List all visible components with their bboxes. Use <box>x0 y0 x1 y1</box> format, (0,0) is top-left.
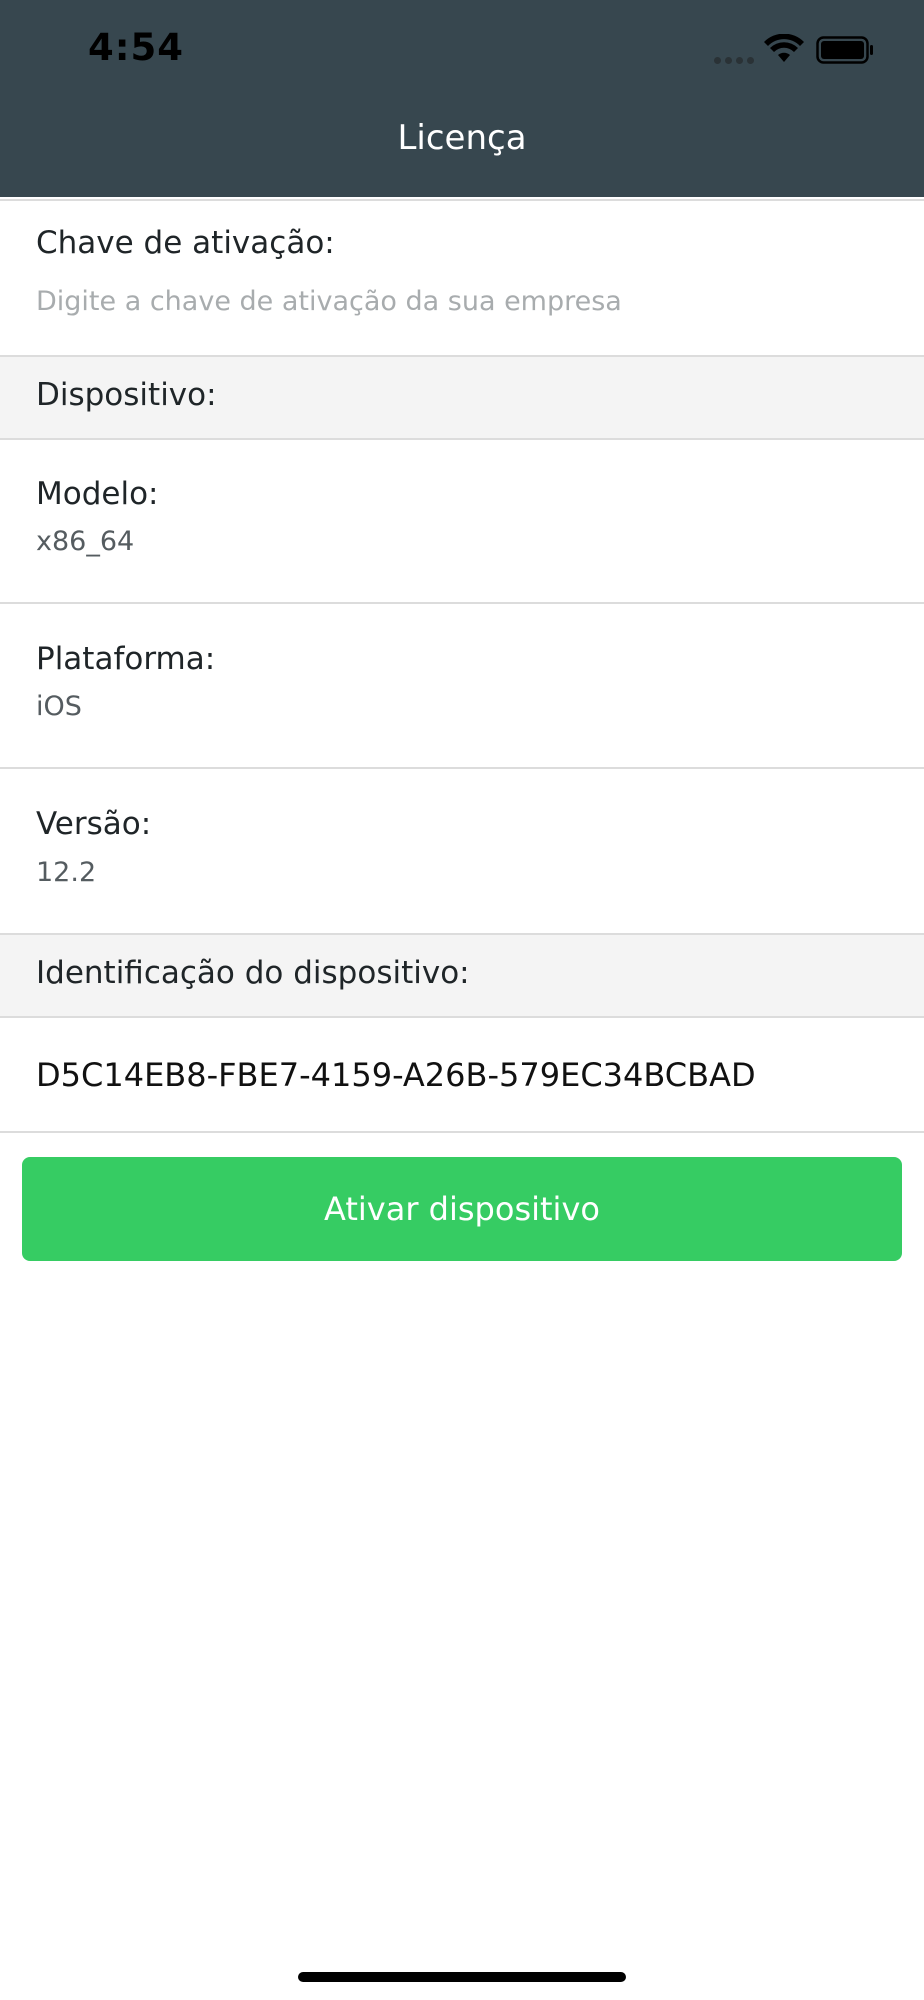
divider <box>0 1016 924 1018</box>
device-section-header: Dispositivo: <box>0 357 924 438</box>
divider <box>0 1131 924 1133</box>
activation-key-input[interactable] <box>36 282 886 320</box>
home-indicator <box>298 1972 626 1982</box>
wifi-icon <box>764 34 804 62</box>
model-value: x86_64 <box>36 526 135 557</box>
cellular-signal-icon <box>714 57 756 64</box>
identification-section-title: Identificação do dispositivo: <box>36 955 470 991</box>
version-value: 12.2 <box>36 857 97 888</box>
divider <box>0 602 924 604</box>
status-time: 4:54 <box>88 26 185 69</box>
battery-icon <box>816 36 873 64</box>
nav-header: 4:54 Licença <box>0 0 924 197</box>
identification-section-header: Identificação do dispositivo: <box>0 935 924 1016</box>
platform-value: iOS <box>36 691 82 722</box>
model-label: Modelo: <box>36 476 159 512</box>
divider <box>0 438 924 440</box>
device-id-value: D5C14EB8-FBE7-4159-A26B-579EC34BCBAD <box>36 1056 756 1094</box>
divider <box>0 767 924 769</box>
version-label: Versão: <box>36 806 152 842</box>
activate-device-button[interactable]: Ativar dispositivo <box>22 1157 902 1261</box>
activation-key-label: Chave de ativação: <box>36 225 335 261</box>
device-section-title: Dispositivo: <box>36 377 217 413</box>
platform-label: Plataforma: <box>36 641 216 677</box>
divider <box>0 199 924 201</box>
page-title: Licença <box>397 118 527 158</box>
